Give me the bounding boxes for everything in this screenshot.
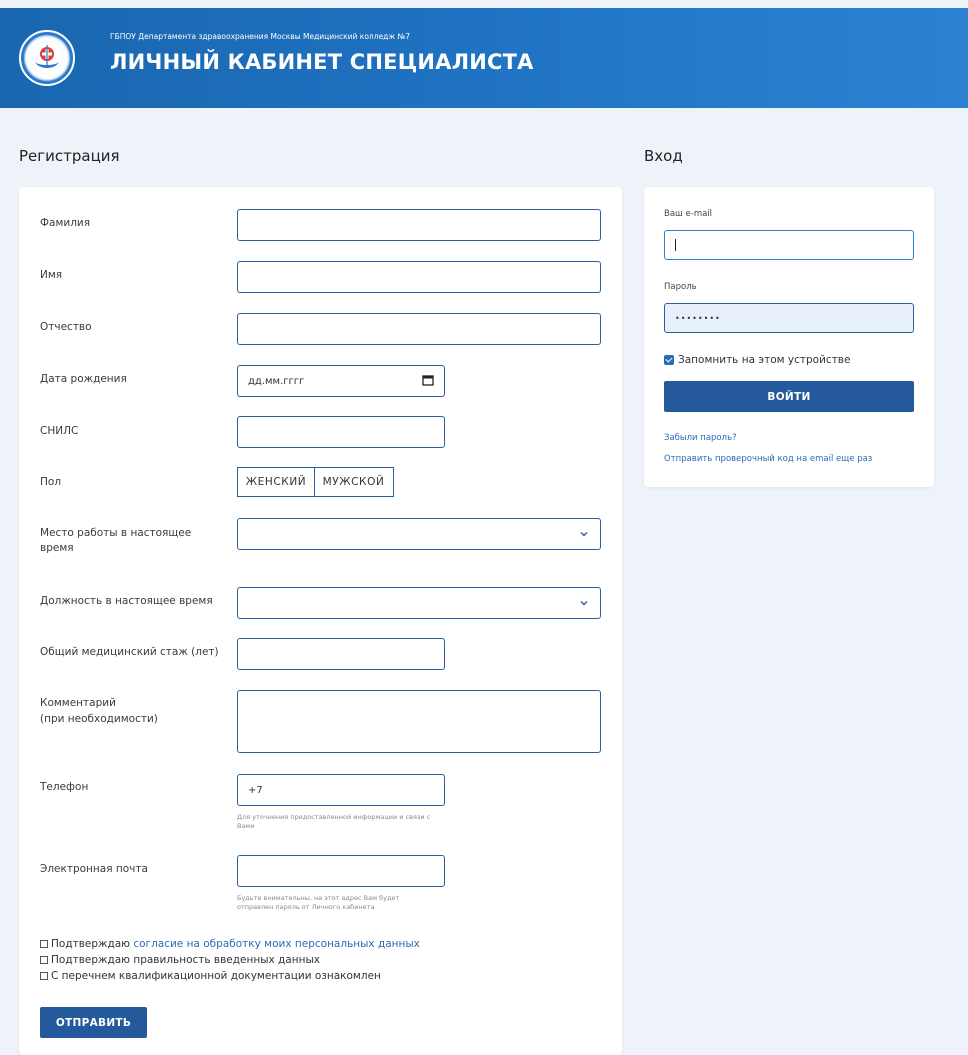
email-input[interactable] [237, 855, 445, 887]
login-password-input[interactable]: •••••••• [664, 303, 914, 333]
calendar-icon[interactable] [422, 374, 434, 389]
consent-checkbox[interactable] [40, 940, 48, 948]
phone-input[interactable]: +7 [237, 774, 445, 806]
site-title: ЛИЧНЫЙ КАБИНЕТ СПЕЦИАЛИСТА [110, 50, 534, 74]
workplace-select[interactable] [237, 518, 601, 550]
organization-name: ГБПОУ Департамента здравоохранения Москв… [110, 32, 411, 41]
resend-code-link[interactable]: Отправить проверочный код на email еще р… [664, 454, 872, 464]
position-label: Должность в настоящее время [40, 595, 213, 607]
name-input[interactable] [237, 261, 601, 293]
consent-checkboxes: Подтверждаю согласие на обработку моих п… [40, 936, 420, 984]
docs-ack-row[interactable]: С перечнем квалификационной документации… [40, 968, 420, 984]
birthdate-input[interactable]: дд.мм.гггг [237, 365, 445, 397]
consent-prefix: Подтверждаю [51, 938, 131, 950]
consent-checkbox-row[interactable]: Подтверждаю согласие на обработку моих п… [40, 936, 420, 952]
text-cursor [675, 239, 676, 251]
login-button[interactable]: ВОЙТИ [664, 381, 914, 412]
snils-input[interactable] [237, 416, 445, 448]
comment-label-line2: (при необходимости) [40, 713, 158, 725]
phone-label: Телефон [40, 781, 89, 793]
experience-label: Общий медицинский стаж (лет) [40, 646, 219, 658]
gender-toggle: ЖЕНСКИЙ МУЖСКОЙ [237, 467, 394, 497]
chevron-down-icon [578, 528, 590, 540]
email-label: Электронная почта [40, 863, 148, 875]
login-email-label: Ваш e-mail [664, 209, 713, 219]
docs-ack-checkbox[interactable] [40, 972, 48, 980]
submit-registration-button[interactable]: ОТПРАВИТЬ [40, 1007, 147, 1038]
chevron-down-icon [578, 597, 590, 609]
remember-checkbox[interactable] [664, 355, 674, 365]
surname-input[interactable] [237, 209, 601, 241]
remember-label: Запомнить на этом устройстве [678, 354, 851, 366]
comment-textarea[interactable] [237, 690, 601, 753]
surname-label: Фамилия [40, 217, 91, 229]
birthdate-placeholder: дд.мм.гггг [248, 375, 305, 387]
name-label: Имя [40, 269, 63, 281]
login-heading: Вход [644, 147, 683, 165]
site-header: ГБПОУ Департамента здравоохранения Москв… [0, 0, 968, 108]
login-password-label: Пароль [664, 282, 697, 292]
medical-college-emblem-icon [19, 30, 75, 86]
workplace-label: Место работы в настоящее время [40, 527, 192, 554]
docs-ack-label: С перечнем квалификационной документации… [51, 970, 381, 982]
patronymic-input[interactable] [237, 313, 601, 345]
remember-device-row[interactable]: Запомнить на этом устройстве [664, 354, 850, 366]
email-hint: Будьте внимательны, на этот адрес Вам бу… [237, 894, 400, 911]
gender-female-option[interactable]: ЖЕНСКИЙ [238, 468, 315, 496]
phone-value: +7 [248, 784, 263, 796]
forgot-password-link[interactable]: Забыли пароль? [664, 433, 737, 443]
top-strip [0, 0, 968, 8]
confirm-data-checkbox[interactable] [40, 956, 48, 964]
snils-label: СНИЛС [40, 425, 79, 437]
login-email-input[interactable] [664, 230, 914, 260]
phone-hint: Для уточнения предоставленной информации… [237, 813, 431, 830]
comment-label-line1: Комментарий [40, 697, 116, 709]
registration-heading: Регистрация [19, 147, 120, 165]
gender-label: Пол [40, 476, 62, 488]
gender-male-option[interactable]: МУЖСКОЙ [315, 468, 392, 496]
consent-link[interactable]: согласие на обработку моих персональных … [133, 938, 420, 950]
confirm-data-label: Подтверждаю правильность введенных данны… [51, 954, 320, 966]
patronymic-label: Отчество [40, 321, 92, 333]
birthdate-label: Дата рождения [40, 373, 127, 385]
confirm-data-row[interactable]: Подтверждаю правильность введенных данны… [40, 952, 420, 968]
experience-input[interactable] [237, 638, 445, 670]
position-select[interactable] [237, 587, 601, 619]
